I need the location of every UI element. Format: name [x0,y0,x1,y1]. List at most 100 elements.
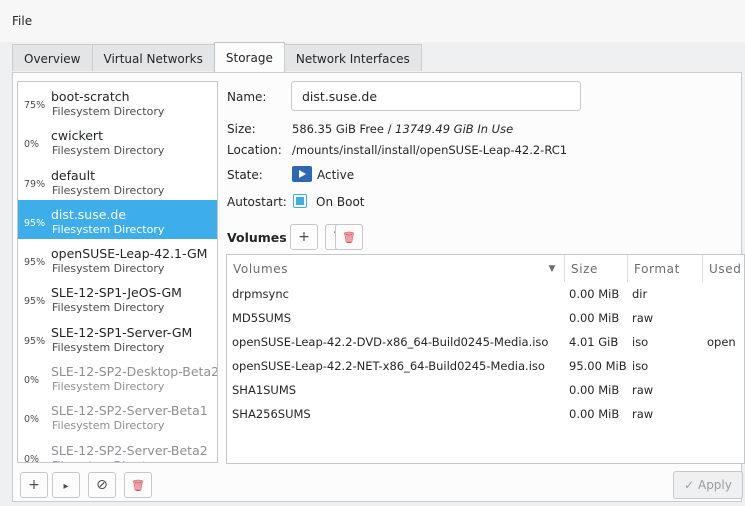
pool-usage: 0% [24,453,40,463]
pool-name: cwickert [51,128,103,144]
check-icon: ✓ [684,478,698,492]
pool-type: Filesystem Directory [52,301,165,315]
pool-usage: 95% [24,335,46,347]
pool-item[interactable]: 0% SLE-12-SP2-Desktop-Beta2 Filesystem D… [18,357,217,396]
pool-item[interactable]: 79% default Filesystem Directory [18,161,217,200]
volume-size: 0.00 MiB [569,287,620,301]
pool-item-selected[interactable]: 95% dist.suse.de Filesystem Directory [18,199,217,240]
pool-type: Filesystem Directory [52,380,165,394]
apply-label: Apply [697,478,732,492]
play-icon: ▸ [63,481,69,492]
size-label: Size: [227,122,256,136]
size-free: 586.35 GiB Free / [292,122,396,136]
location-value: /mounts/install/install/openSUSE-Leap-42… [292,143,568,157]
pool-type: Filesystem Directory [52,459,164,462]
pool-name: boot-scratch [51,89,130,104]
volume-size: 0.00 MiB [569,407,620,421]
volume-size: 95.00 MiB [569,359,627,373]
col-volumes-label: Volumes [233,262,289,276]
start-pool-button[interactable]: ▸ [52,472,80,498]
pool-type: Filesystem Directory [52,222,165,236]
volume-format: raw [632,383,654,397]
table-row[interactable]: MD5SUMS 0.00 MiB raw [227,307,744,331]
pool-usage: 95% [24,296,46,308]
pool-name: dist.suse.de [51,206,127,222]
tab-virtual-networks[interactable]: Virtual Networks [91,44,215,71]
pool-name: default [51,167,95,183]
delete-pool-button[interactable]: 🗑 [124,472,152,498]
delete-volume-button[interactable]: 🗑 [335,224,363,250]
volume-format: raw [632,407,654,421]
table-row[interactable]: SHA1SUMS 0.00 MiB raw [227,379,744,403]
stop-icon: ⊘ [96,477,108,493]
pool-item[interactable]: 95% openSUSE-Leap-42.1-GM Filesystem Dir… [18,239,217,278]
tab-storage[interactable]: Storage [213,42,285,72]
col-header-volumes[interactable]: Volumes ▼ [227,255,565,282]
pool-list[interactable]: 75% boot-scratch Filesystem Directory 0%… [17,81,218,463]
pool-name: SLE-12-SP2-Desktop-Beta2 [51,364,218,380]
table-row[interactable]: openSUSE-Leap-42.2-DVD-x86_64-Build0245-… [227,331,744,355]
pool-name: SLE-12-SP1-JeOS-GM [51,285,182,301]
col-header-format[interactable]: Format [628,255,703,282]
table-row[interactable]: SHA256SUMS 0.00 MiB raw [227,403,744,427]
col-header-used[interactable]: Used [703,255,744,282]
pool-usage: 79% [24,178,46,190]
pool-type: Filesystem Directory [52,105,165,118]
volume-format: iso [632,335,649,349]
volume-name: SHA1SUMS [232,383,297,397]
sort-down-icon: ▼ [548,264,556,274]
volume-format: iso [632,359,649,373]
menubar [0,0,745,42]
table-row[interactable]: drpmsync 0.00 MiB dir [227,283,744,307]
tab-network-interfaces[interactable]: Network Interfaces [283,44,422,71]
add-volume-button[interactable]: + [290,224,318,250]
stop-pool-button[interactable]: ⊘ [88,472,116,498]
pool-item[interactable]: 75% boot-scratch Filesystem Directory [18,82,217,121]
pool-type: Filesystem Directory [52,262,165,276]
name-label: Name: [227,90,267,104]
volume-name: openSUSE-Leap-42.2-DVD-x86_64-Build0245-… [232,335,549,349]
autostart-label: Autostart: [227,195,287,209]
volume-name: SHA256SUMS [232,407,311,421]
volume-size: 0.00 MiB [569,383,620,397]
table-row[interactable]: openSUSE-Leap-42.2-NET-x86_64-Build0245-… [227,355,744,379]
pool-usage: 0% [24,139,40,151]
tab-overview[interactable]: Overview [12,44,93,71]
pool-item[interactable]: 95% SLE-12-SP1-JeOS-GM Filesystem Direct… [18,278,217,317]
trash-icon: 🗑 [342,231,356,244]
state-active-icon [292,166,312,182]
add-pool-button[interactable]: + [20,472,48,498]
volume-size: 0.00 MiB [569,311,620,325]
pool-name: SLE-12-SP1-Server-GM [51,324,193,340]
pool-name: SLE-12-SP2-Server-Beta2 [51,442,208,458]
volumes-table[interactable]: Volumes ▼ Size Format Used drpmsync 0.00 … [226,254,745,464]
pool-name-field[interactable]: dist.suse.de [291,81,581,111]
pool-type: Filesystem Directory [52,183,165,197]
pool-item[interactable]: 0% SLE-12-SP2-Server-Beta1 Filesystem Di… [18,396,217,435]
menu-file[interactable]: File [12,14,32,28]
autostart-checkbox[interactable] [293,194,307,208]
volume-name: openSUSE-Leap-42.2-NET-x86_64-Build0245-… [232,359,545,373]
pool-item[interactable]: 95% SLE-12-SP1-Server-GM Filesystem Dire… [18,318,217,357]
pool-type: Filesystem Directory [52,144,165,158]
volume-size: 4.01 GiB [569,335,619,349]
pool-usage: 95% [24,217,46,229]
pool-item[interactable]: 0% cwickert Filesystem Directory [18,121,217,160]
state-label: State: [227,168,263,182]
pool-usage: 0% [24,414,40,426]
tab-bar: Overview Virtual Networks Storage Networ… [12,42,422,72]
volumes-heading: Volumes [227,230,287,245]
size-value: 586.35 GiB Free / 13749.49 GiB In Use [292,122,513,136]
apply-button[interactable]: ✓ Apply [673,471,743,499]
pool-type: Filesystem Directory [52,419,165,433]
pool-name: SLE-12-SP2-Server-Beta1 [51,403,208,419]
pool-usage: 0% [24,375,40,387]
pool-usage: 75% [24,100,46,111]
autostart-value[interactable]: On Boot [316,195,365,209]
size-in-use: 13749.49 GiB In Use [395,122,514,136]
location-label: Location: [227,143,282,157]
col-header-size[interactable]: Size [565,255,628,282]
volume-format: raw [632,311,654,325]
pool-item[interactable]: 0% SLE-12-SP2-Server-Beta2 Filesystem Di… [18,436,217,463]
trash-icon: 🗑 [131,479,145,492]
